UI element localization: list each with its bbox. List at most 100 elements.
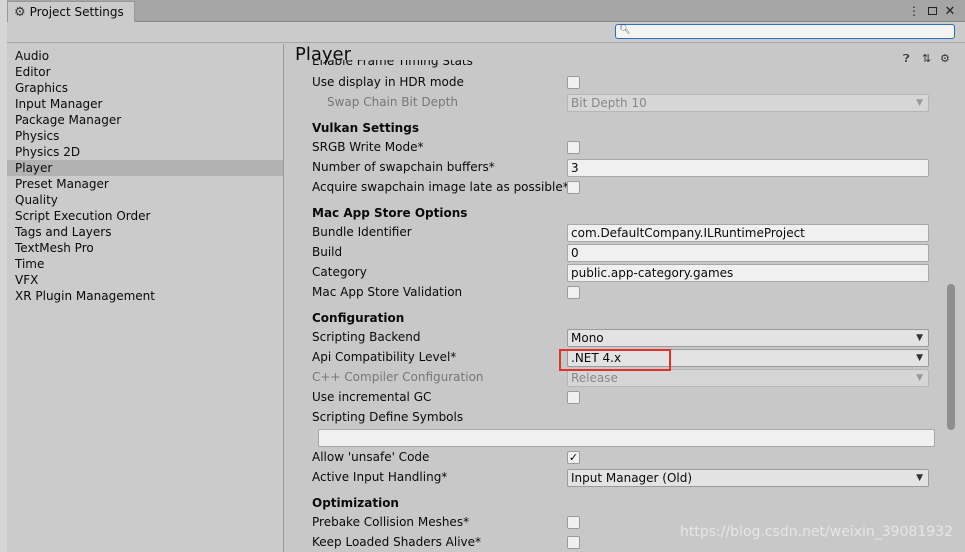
sidebar-item-audio[interactable]: Audio — [7, 48, 283, 64]
tab-bar: ⚙ Project Settings ⋮ ✕ — [7, 0, 965, 22]
gear-icon: ⚙ — [14, 4, 26, 20]
checkbox-prebake[interactable] — [567, 516, 580, 529]
checkbox-incremental-gc[interactable] — [567, 391, 580, 404]
sidebar-item-script-execution-order[interactable]: Script Execution Order — [7, 208, 283, 224]
label-define-symbols: Scripting Define Symbols — [312, 410, 464, 424]
sidebar-item-package-manager[interactable]: Package Manager — [7, 112, 283, 128]
chevron-down-icon: ▼ — [916, 353, 923, 363]
input-bundle-id[interactable]: com.DefaultCompany.ILRuntimeProject — [567, 224, 929, 242]
label-swapchain-buffers: Number of swapchain buffers* — [312, 160, 495, 174]
search-row: 🔍︎ — [7, 22, 965, 43]
checkbox-acquire-late[interactable] — [567, 181, 580, 194]
label-scripting-backend: Scripting Backend — [312, 330, 421, 344]
settings-gear-icon[interactable]: ⚙ — [940, 52, 950, 65]
sidebar-item-textmesh-pro[interactable]: TextMesh Pro — [7, 240, 283, 256]
maximize-icon[interactable] — [925, 3, 939, 19]
label-input-handling: Active Input Handling* — [312, 470, 448, 484]
section-title-configuration: Configuration — [312, 311, 405, 325]
section-configuration: Configuration — [312, 309, 932, 329]
row-define-symbols: Scripting Define Symbols — [312, 408, 932, 428]
label-srgb: SRGB Write Mode* — [312, 140, 424, 154]
row-incremental-gc: Use incremental GC — [312, 388, 932, 408]
scrollbar-thumb[interactable] — [947, 284, 955, 430]
input-define-symbols[interactable] — [318, 429, 935, 447]
row-cpp-config: C++ Compiler Configuration Release ▼ — [312, 368, 932, 388]
preset-sliders-icon[interactable]: ⇅ — [922, 52, 931, 65]
swap-chain-value: Bit Depth 10 — [571, 96, 647, 110]
row-swap-chain: Swap Chain Bit Depth Bit Depth 10 ▼ — [312, 93, 932, 113]
sidebar-item-vfx[interactable]: VFX — [7, 272, 283, 288]
section-optimization: Optimization — [312, 494, 932, 514]
input-category[interactable]: public.app-category.games — [567, 264, 929, 282]
label-category: Category — [312, 265, 367, 279]
input-build[interactable]: 0 — [567, 244, 929, 262]
checkbox-hdr-display[interactable] — [567, 76, 580, 89]
row-scripting-backend: Scripting Backend Mono ▼ — [312, 328, 932, 348]
sidebar-item-player[interactable]: Player — [7, 160, 283, 176]
sidebar-item-input-manager[interactable]: Input Manager — [7, 96, 283, 112]
sidebar-item-graphics[interactable]: Graphics — [7, 80, 283, 96]
row-category: Category public.app-category.games — [312, 263, 932, 283]
row-acquire-late: Acquire swapchain image late as possible… — [312, 178, 932, 198]
checkbox-mac-validation[interactable] — [567, 286, 580, 299]
sidebar-item-time[interactable]: Time — [7, 256, 283, 272]
scripting-backend-value: Mono — [571, 331, 604, 345]
dropdown-swap-chain[interactable]: Bit Depth 10 ▼ — [567, 94, 929, 112]
label-keep-shaders: Keep Loaded Shaders Alive* — [312, 535, 482, 549]
dropdown-cpp-config[interactable]: Release ▼ — [567, 369, 929, 387]
label-cpp-config: C++ Compiler Configuration — [312, 370, 484, 384]
chevron-down-icon: ▼ — [916, 333, 923, 343]
sidebar-item-physics-2d[interactable]: Physics 2D — [7, 144, 283, 160]
dropdown-input-handling[interactable]: Input Manager (Old) ▼ — [567, 469, 929, 487]
search-icon: 🔍︎ — [619, 25, 631, 35]
label-acquire-late: Acquire swapchain image late as possible… — [312, 180, 569, 194]
clipped-row-top: Enable Frame Timing Stats — [312, 60, 473, 68]
search-input[interactable]: 🔍︎ — [615, 24, 955, 39]
section-title-optimization: Optimization — [312, 496, 399, 510]
row-srgb: SRGB Write Mode* — [312, 138, 932, 158]
dropdown-scripting-backend[interactable]: Mono ▼ — [567, 329, 929, 347]
sidebar-item-physics[interactable]: Physics — [7, 128, 283, 144]
chevron-down-icon: ▼ — [916, 98, 923, 108]
sidebar-item-xr-plugin-management[interactable]: XR Plugin Management — [7, 288, 283, 304]
row-hdr-display: Use display in HDR mode — [312, 73, 932, 93]
checkbox-srgb[interactable] — [567, 141, 580, 154]
section-mac-app-store: Mac App Store Options — [312, 204, 932, 224]
project-settings-window: ⚙ Project Settings ⋮ ✕ 🔍︎ Audio Editor G… — [7, 0, 965, 552]
label-prebake: Prebake Collision Meshes* — [312, 515, 470, 529]
label-api-level: Api Compatibility Level* — [312, 350, 457, 364]
label-unsafe-code: Allow 'unsafe' Code — [312, 450, 430, 464]
section-vulkan: Vulkan Settings — [312, 119, 932, 139]
row-swapchain-buffers: Number of swapchain buffers* 3 — [312, 158, 932, 178]
label-hdr-display: Use display in HDR mode — [312, 75, 464, 89]
watermark-text: https://blog.csdn.net/weixin_39081932 — [680, 524, 954, 540]
label-bundle-id: Bundle Identifier — [312, 225, 412, 239]
sidebar-item-editor[interactable]: Editor — [7, 64, 283, 80]
checkbox-unsafe-code[interactable]: ✓ — [567, 451, 580, 464]
tab-project-settings[interactable]: ⚙ Project Settings — [7, 1, 135, 22]
section-title-vulkan: Vulkan Settings — [312, 121, 419, 135]
close-icon[interactable]: ✕ — [943, 3, 957, 19]
label-incremental-gc: Use incremental GC — [312, 390, 432, 404]
chevron-down-icon: ▼ — [916, 473, 923, 483]
label-build: Build — [312, 245, 343, 259]
player-settings-panel: Player ❓︎ ⇅ ⚙ Enable Frame Timing Stats … — [285, 44, 965, 552]
row-build: Build 0 — [312, 243, 932, 263]
cpp-config-value: Release — [571, 371, 618, 385]
label-mac-validation: Mac App Store Validation — [312, 285, 463, 299]
row-unsafe-code: Allow 'unsafe' Code ✓ — [312, 448, 932, 468]
settings-sidebar: Audio Editor Graphics Input Manager Pack… — [7, 44, 284, 552]
kebab-menu-icon[interactable]: ⋮ — [908, 3, 920, 19]
input-handling-value: Input Manager (Old) — [571, 471, 693, 485]
checkbox-keep-shaders[interactable] — [567, 536, 580, 549]
input-swapchain-buffers[interactable]: 3 — [567, 159, 929, 177]
label-swap-chain: Swap Chain Bit Depth — [327, 95, 458, 109]
help-icon[interactable]: ❓︎ — [903, 52, 910, 66]
row-input-handling: Active Input Handling* Input Manager (Ol… — [312, 468, 932, 488]
row-mac-validation: Mac App Store Validation — [312, 283, 932, 303]
sidebar-item-tags-and-layers[interactable]: Tags and Layers — [7, 224, 283, 240]
sidebar-item-preset-manager[interactable]: Preset Manager — [7, 176, 283, 192]
sidebar-item-quality[interactable]: Quality — [7, 192, 283, 208]
background-window-strip — [0, 0, 7, 552]
row-bundle-id: Bundle Identifier com.DefaultCompany.ILR… — [312, 223, 932, 243]
